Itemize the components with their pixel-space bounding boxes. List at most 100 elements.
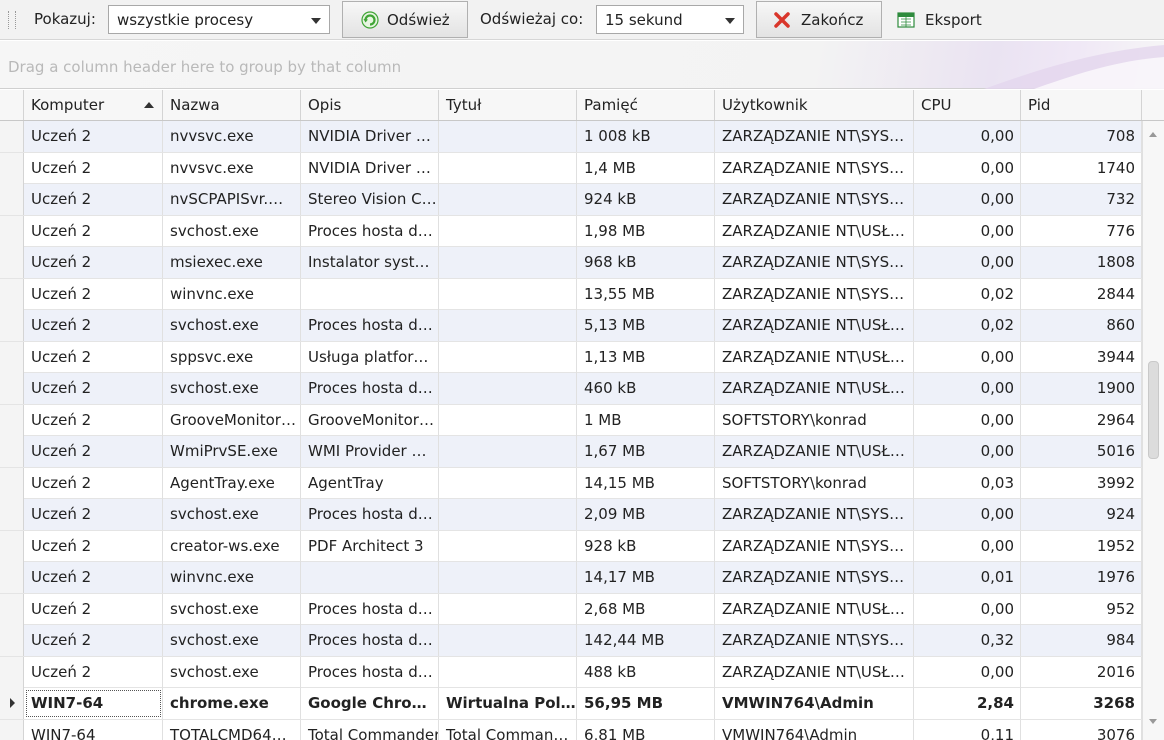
- cell-uzytkownik[interactable]: VMWIN764\Admin: [715, 688, 914, 719]
- table-row[interactable]: Uczeń 2 svchost.exe Proces hosta d… 488 kB Z…: [0, 656, 1142, 688]
- cell-nazwa[interactable]: msiexec.exe: [163, 247, 301, 278]
- cell-pamiec[interactable]: 14,17 MB: [577, 562, 715, 593]
- cell-komputer[interactable]: Uczeń 2: [24, 404, 163, 436]
- scroll-up-icon[interactable]: [1149, 132, 1157, 137]
- cell-pamiec[interactable]: 14,15 MB: [577, 467, 715, 499]
- column-header-uzytkownik[interactable]: Użytkownik: [715, 90, 914, 120]
- cell-nazwa[interactable]: svchost.exe: [163, 656, 301, 688]
- cell-uzytkownik[interactable]: ZARZĄDZANIE NT\SYS…: [715, 625, 914, 656]
- cell-opis[interactable]: PDF Architect 3: [301, 530, 439, 562]
- cell-opis[interactable]: Instalator syst…: [301, 247, 439, 278]
- cell-tytul[interactable]: [439, 152, 577, 184]
- cell-pamiec[interactable]: 2,09 MB: [577, 499, 715, 530]
- cell-pid[interactable]: 3944: [1021, 341, 1142, 373]
- cell-cpu[interactable]: 0,00: [914, 373, 1021, 404]
- table-row[interactable]: Uczeń 2 svchost.exe Proces hosta d… 2,09 MB…: [0, 499, 1142, 531]
- row-indicator[interactable]: [0, 467, 24, 499]
- row-indicator[interactable]: [0, 656, 24, 688]
- cell-tytul[interactable]: [439, 184, 577, 215]
- cell-pamiec[interactable]: 488 kB: [577, 656, 715, 688]
- column-header-nazwa[interactable]: Nazwa: [163, 90, 301, 120]
- cell-opis[interactable]: [301, 278, 439, 310]
- cell-pid[interactable]: 2844: [1021, 278, 1142, 310]
- cell-komputer[interactable]: Uczeń 2: [24, 562, 163, 593]
- cell-uzytkownik[interactable]: ZARZĄDZANIE NT\USŁ…: [715, 436, 914, 467]
- cell-tytul[interactable]: [439, 121, 577, 152]
- cell-opis[interactable]: Proces hosta d…: [301, 215, 439, 247]
- row-indicator[interactable]: [0, 404, 24, 436]
- refresh-button[interactable]: Odśwież: [342, 1, 468, 38]
- cell-cpu[interactable]: 0,00: [914, 247, 1021, 278]
- cell-cpu[interactable]: 0,00: [914, 530, 1021, 562]
- cell-nazwa[interactable]: sppsvc.exe: [163, 341, 301, 373]
- cell-cpu[interactable]: 0,32: [914, 625, 1021, 656]
- cell-nazwa[interactable]: nvvsvc.exe: [163, 152, 301, 184]
- cell-nazwa[interactable]: nvvsvc.exe: [163, 121, 301, 152]
- table-row[interactable]: Uczeń 2 msiexec.exe Instalator syst… 968 kB…: [0, 247, 1142, 279]
- cell-nazwa[interactable]: creator-ws.exe: [163, 530, 301, 562]
- table-row[interactable]: Uczeń 2 svchost.exe Proces hosta d… 460 kB Z…: [0, 373, 1142, 405]
- row-indicator[interactable]: [0, 499, 24, 530]
- cell-opis[interactable]: WMI Provider …: [301, 436, 439, 467]
- cell-pamiec[interactable]: 1 MB: [577, 404, 715, 436]
- cell-pamiec[interactable]: 460 kB: [577, 373, 715, 404]
- cell-nazwa[interactable]: winvnc.exe: [163, 562, 301, 593]
- table-row[interactable]: Uczeń 2 nvvsvc.exe NVIDIA Driver … 1 008 kB…: [0, 121, 1142, 153]
- cell-tytul[interactable]: [439, 467, 577, 499]
- cell-pamiec[interactable]: 1,98 MB: [577, 215, 715, 247]
- cell-tytul[interactable]: [439, 499, 577, 530]
- cell-tytul[interactable]: [439, 341, 577, 373]
- cell-pid[interactable]: 2016: [1021, 656, 1142, 688]
- cell-opis[interactable]: Stereo Vision C…: [301, 184, 439, 215]
- column-header-tytul[interactable]: Tytuł: [439, 90, 577, 120]
- table-row[interactable]: Uczeń 2 svchost.exe Proces hosta d… 5,13 MB…: [0, 310, 1142, 342]
- row-indicator[interactable]: [0, 247, 24, 278]
- cell-cpu[interactable]: 2,84: [914, 688, 1021, 719]
- column-header-cpu[interactable]: CPU: [914, 90, 1021, 120]
- scroll-down-icon[interactable]: [1149, 719, 1157, 724]
- cell-komputer[interactable]: Uczeń 2: [24, 310, 163, 341]
- table-row[interactable]: Uczeń 2 nvSCPAPISvr.… Stereo Vision C… 924 …: [0, 184, 1142, 216]
- scrollbar-thumb[interactable]: [1148, 361, 1159, 459]
- cell-cpu[interactable]: 0,00: [914, 184, 1021, 215]
- cell-nazwa[interactable]: AgentTray.exe: [163, 467, 301, 499]
- cell-nazwa[interactable]: svchost.exe: [163, 593, 301, 625]
- cell-pid[interactable]: 732: [1021, 184, 1142, 215]
- cell-pamiec[interactable]: 142,44 MB: [577, 625, 715, 656]
- cell-uzytkownik[interactable]: ZARZĄDZANIE NT\USŁ…: [715, 215, 914, 247]
- cell-tytul[interactable]: Wirtualna Pol…: [439, 688, 577, 719]
- cell-uzytkownik[interactable]: ZARZĄDZANIE NT\SYS…: [715, 247, 914, 278]
- cell-pid[interactable]: 3076: [1021, 719, 1142, 740]
- cell-cpu[interactable]: 0,00: [914, 436, 1021, 467]
- cell-komputer[interactable]: WIN7-64: [24, 719, 163, 740]
- cell-pid[interactable]: 1900: [1021, 373, 1142, 404]
- cell-cpu[interactable]: 0,03: [914, 467, 1021, 499]
- row-indicator[interactable]: [0, 184, 24, 215]
- cell-pamiec[interactable]: 13,55 MB: [577, 278, 715, 310]
- cell-pid[interactable]: 984: [1021, 625, 1142, 656]
- cell-pamiec[interactable]: 924 kB: [577, 184, 715, 215]
- cell-tytul[interactable]: [439, 593, 577, 625]
- cell-opis[interactable]: Proces hosta d…: [301, 373, 439, 404]
- cell-komputer[interactable]: Uczeń 2: [24, 278, 163, 310]
- cell-uzytkownik[interactable]: ZARZĄDZANIE NT\SYS…: [715, 121, 914, 152]
- cell-tytul[interactable]: [439, 215, 577, 247]
- cell-pamiec[interactable]: 1,4 MB: [577, 152, 715, 184]
- cell-opis[interactable]: NVIDIA Driver …: [301, 121, 439, 152]
- column-header-pid[interactable]: Pid: [1021, 90, 1142, 120]
- cell-pamiec[interactable]: 5,13 MB: [577, 310, 715, 341]
- cell-pid[interactable]: 1976: [1021, 562, 1142, 593]
- cell-pamiec[interactable]: 6,81 MB: [577, 719, 715, 740]
- cell-nazwa[interactable]: GrooveMonitor…: [163, 404, 301, 436]
- row-indicator[interactable]: [0, 562, 24, 593]
- column-header-pamiec[interactable]: Pamięć: [577, 90, 715, 120]
- cell-tytul[interactable]: [439, 656, 577, 688]
- cell-tytul[interactable]: [439, 278, 577, 310]
- kill-process-button[interactable]: Zakończ: [756, 1, 882, 38]
- cell-tytul[interactable]: Total Comman…: [439, 719, 577, 740]
- cell-komputer[interactable]: Uczeń 2: [24, 247, 163, 278]
- cell-tytul[interactable]: [439, 373, 577, 404]
- table-row[interactable]: Uczeń 2 winvnc.exe 13,55 MB ZARZĄDZANIE NT\…: [0, 278, 1142, 310]
- cell-komputer[interactable]: Uczeń 2: [24, 341, 163, 373]
- vertical-scrollbar[interactable]: [1142, 121, 1164, 740]
